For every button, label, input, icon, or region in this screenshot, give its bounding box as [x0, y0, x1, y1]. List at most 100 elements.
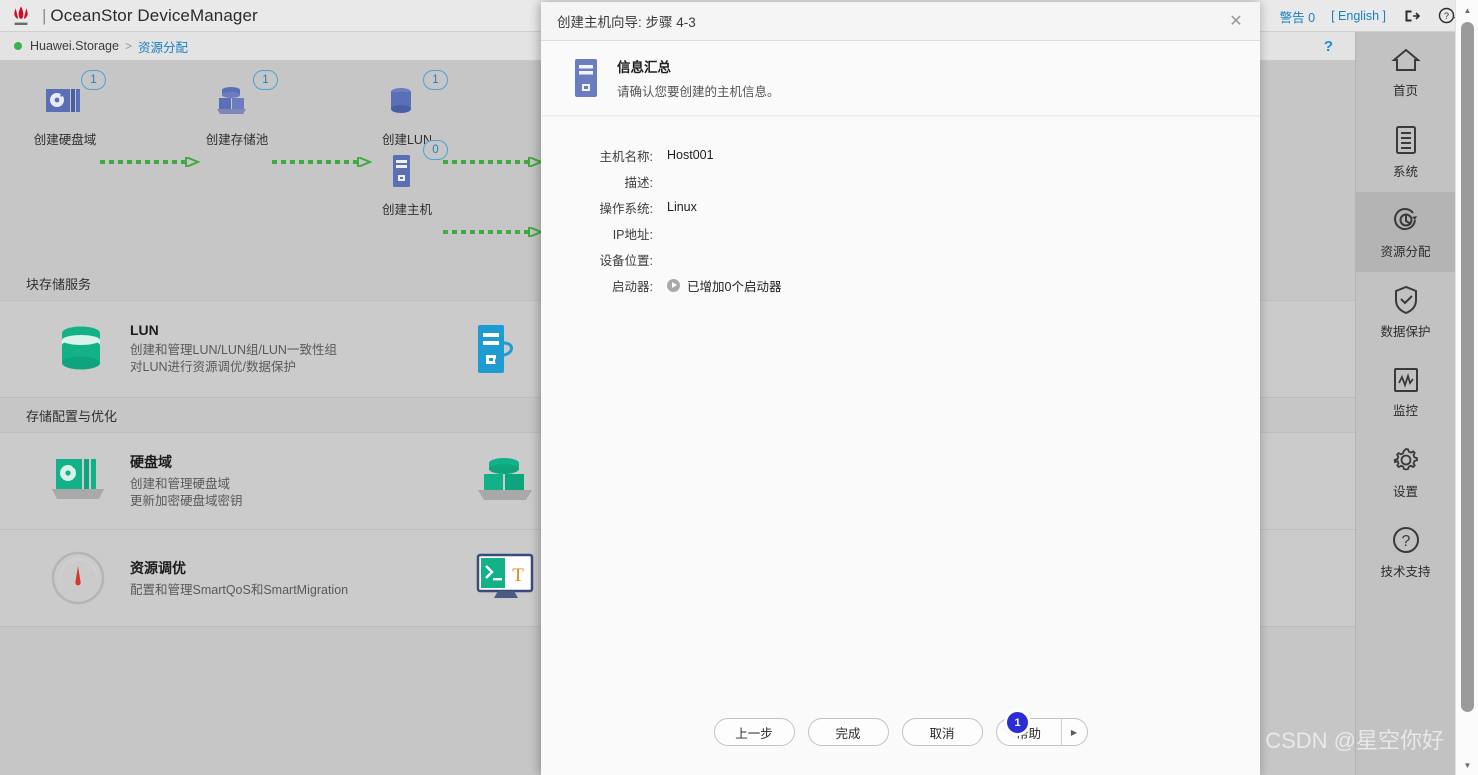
scrollbar-down-arrow-icon[interactable]: ▼ [1456, 755, 1478, 775]
card-text: 硬盘域 创建和管理硬盘域 更新加密硬盘域密钥 [130, 452, 243, 510]
storage-pool-icon: 1 [214, 70, 278, 125]
breadcrumb-root[interactable]: Huawei.Storage [30, 39, 119, 53]
initiator-value-wrap[interactable]: 已增加0个启动器 [667, 276, 781, 295]
svg-text:?: ? [1401, 533, 1410, 550]
workflow-node-label: 创建存储池 [205, 133, 269, 147]
field-label: 操作系统: [599, 201, 653, 216]
badge-count: 1 [81, 70, 106, 90]
card-disk-domain[interactable]: 硬盘域 创建和管理硬盘域 更新加密硬盘域密钥 [0, 450, 440, 512]
card-lun[interactable]: LUN 创建和管理LUN/LUN组/LUN一致性组 对LUN进行资源调优/数据保… [0, 318, 440, 380]
disk-domain-glyph [46, 89, 80, 112]
click-step-marker: 1 [1007, 712, 1028, 733]
app-title: OceanStor DeviceManager [50, 5, 258, 25]
sidebar-item-support[interactable]: ? 技术支持 [1356, 512, 1455, 592]
badge-count: 1 [253, 70, 278, 90]
card-title: 资源调优 [130, 559, 186, 576]
dialog-header-title: 信息汇总 [617, 60, 671, 75]
close-icon[interactable]: ✕ [1226, 11, 1246, 31]
sidebar-item-data-protection[interactable]: 数据保护 [1356, 272, 1455, 352]
card-desc-line2: 对LUN进行资源调优/数据保护 [130, 360, 296, 374]
previous-button[interactable]: 上一步 [713, 718, 795, 746]
workflow-node-label: 创建主机 [381, 203, 432, 217]
card-title: 硬盘域 [130, 454, 172, 470]
sidebar-item-label: 首页 [1392, 83, 1418, 98]
logout-glyph [1405, 10, 1421, 22]
card-desc-line2: 更新加密硬盘域密钥 [130, 494, 243, 508]
titlebar-actions: 警告 0 [ English ] ? [1280, 0, 1458, 32]
chevron-right-icon[interactable]: ▶ [1060, 719, 1087, 745]
badge-count: 0 [423, 140, 448, 160]
sidebar-item-settings[interactable]: 设置 [1356, 432, 1455, 512]
field-row-description: 描述: [541, 168, 1260, 194]
flow-arrow-1-icon [100, 157, 200, 167]
badge-count: 1 [423, 70, 448, 90]
host-server-icon [472, 318, 542, 380]
play-circle-icon[interactable] [667, 278, 680, 292]
field-value: Linux [667, 200, 697, 214]
sidebar-item-monitoring[interactable]: 监控 [1356, 352, 1455, 432]
workflow-node-label: 创建LUN [381, 133, 432, 147]
sidebar-item-home[interactable]: 首页 [1356, 32, 1455, 112]
field-row-initiator: 启动器: 已增加0个启动器 [541, 272, 1260, 298]
warning-count[interactable]: 警告 0 [1280, 7, 1315, 26]
field-row-os: 操作系统: Linux [541, 194, 1260, 220]
dialog-header-text: 信息汇总 请确认您要创建的主机信息。 [617, 56, 780, 100]
sidebar-item-resource-allocation[interactable]: 资源分配 [1356, 192, 1455, 272]
host-server-glyph [478, 325, 513, 373]
page-scrollbar[interactable]: ▲ ▼ [1455, 0, 1478, 775]
workflow-node-host[interactable]: 0 创建主机 [347, 140, 467, 218]
lun-icon: 1 [384, 70, 448, 125]
cli-terminal-icon: T [472, 547, 542, 609]
svg-text:?: ? [1444, 11, 1449, 21]
disk-domain-card-icon [46, 450, 116, 512]
sidebar-item-system[interactable]: 系统 [1356, 112, 1455, 192]
huawei-logo-icon [14, 5, 28, 25]
scrollbar-up-arrow-icon[interactable]: ▲ [1456, 0, 1478, 20]
finish-button[interactable]: 完成 [807, 718, 889, 746]
dialog-footer: 上一步 完成 取消 帮助 ▶ [541, 703, 1260, 775]
breadcrumb-separator-icon: > [124, 39, 132, 53]
home-icon [1390, 48, 1421, 71]
field-label: 描述: [624, 175, 653, 190]
logout-icon[interactable] [1402, 6, 1422, 26]
field-row-ip: IP地址: [541, 220, 1260, 246]
gauge-icon [46, 547, 116, 609]
disk-domain-icon: 1 [42, 70, 106, 125]
storage-pool-glyph [217, 87, 246, 114]
storage-pool-card-glyph [478, 458, 532, 500]
lun-cylinder-icon [46, 318, 116, 380]
flow-arrow-4-icon [443, 227, 543, 237]
field-value: Host001 [667, 148, 714, 162]
language-switch[interactable]: [ English ] [1331, 9, 1386, 23]
sidebar-item-label: 设置 [1392, 484, 1418, 499]
question-circle-icon: ? [1392, 526, 1419, 553]
card-resource-tuning[interactable]: 资源调优 配置和管理SmartQoS和SmartMigration [0, 547, 440, 609]
sidebar-item-label: 系统 [1392, 164, 1418, 179]
workflow-node-storage-pool[interactable]: 1 创建存储池 [177, 70, 297, 148]
monitor-chart-icon [1393, 367, 1418, 392]
page-help-icon[interactable]: ? [1324, 38, 1333, 55]
card-desc-line1: 创建和管理LUN/LUN组/LUN一致性组 [130, 343, 337, 357]
field-label: 启动器: [612, 279, 653, 294]
scrollbar-thumb[interactable] [1461, 22, 1474, 712]
card-desc-line1: 创建和管理硬盘域 [130, 477, 231, 491]
host-icon: 0 [384, 140, 448, 195]
cancel-button[interactable]: 取消 [901, 718, 983, 746]
workflow-node-disk-domain[interactable]: 1 创建硬盘域 [5, 70, 125, 148]
host-tower-icon [573, 58, 599, 98]
dialog-header-subtitle: 请确认您要创建的主机信息。 [617, 85, 780, 99]
dialog-body: 主机名称: Host001 描述: 操作系统: Linux IP地址: 设备位置… [541, 116, 1260, 703]
workflow-node-lun[interactable]: 1 创建LUN [347, 70, 467, 148]
create-host-wizard-dialog: 创建主机向导: 步骤 4-3 ✕ 信息汇总 请确认您要创建的主机信息。 主机名称 [541, 2, 1260, 775]
field-row-location: 设备位置: [541, 246, 1260, 272]
host-tower-glyph [575, 59, 597, 97]
right-nav-rail: 首页 系统 资源分配 数据保护 监控 设置 ? 技术支持 [1355, 32, 1455, 775]
disk-domain-card-glyph [52, 459, 104, 499]
sidebar-item-label: 监控 [1392, 403, 1418, 418]
card-text: LUN 创建和管理LUN/LUN组/LUN一致性组 对LUN进行资源调优/数据保… [130, 322, 337, 376]
status-dot-icon [14, 42, 22, 50]
lun-cylinder-glyph [62, 326, 100, 370]
gauge-glyph [51, 551, 105, 605]
breadcrumb-leaf[interactable]: 资源分配 [138, 37, 188, 56]
resource-allocation-icon [1393, 207, 1417, 230]
